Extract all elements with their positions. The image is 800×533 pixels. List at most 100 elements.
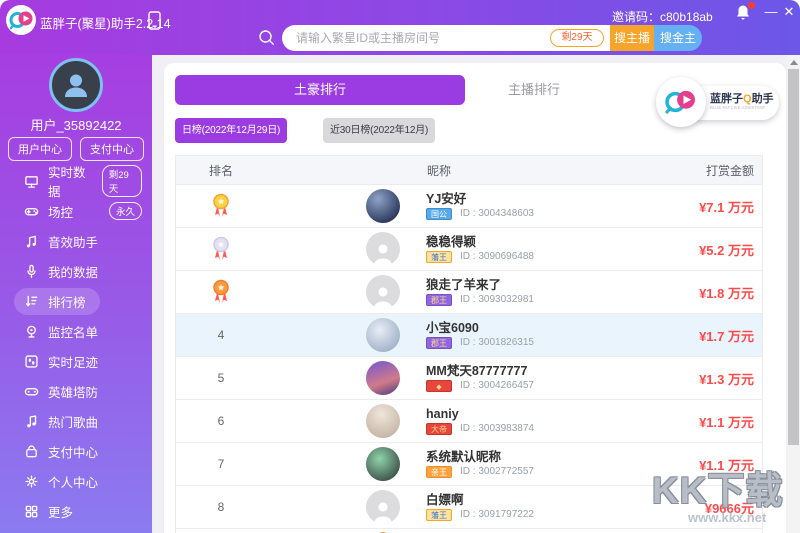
sidebar-item-sound-effect[interactable]: 音效助手 (0, 226, 152, 256)
reward-amount: ¥1.1 万元 (699, 414, 754, 430)
table-row[interactable]: 狼走了羊来了 郡王 ID : 3093032981 ¥1.8 万元 (176, 270, 762, 313)
close-button[interactable]: ✕ (781, 4, 797, 20)
noble-badge (426, 379, 452, 392)
rank-number: 4 (217, 328, 225, 342)
user-avatar[interactable] (49, 58, 103, 112)
noble-badge: 郡王 (426, 293, 452, 306)
sidebar-item-monitor-list[interactable]: 监控名单 (0, 316, 152, 346)
header-nickname: 昵称 (426, 163, 451, 178)
rank-number: 8 (217, 500, 225, 514)
table-row[interactable]: 稳稳得颖 藩王 ID : 3090696488 ¥5.2 万元 (176, 227, 762, 270)
noble-badge: 藩王 (426, 250, 452, 263)
tab-rich-ranking[interactable]: 土豪排行 (175, 75, 465, 105)
reward-amount: ¥9666元 (704, 500, 754, 516)
title-bar: 蓝胖子(聚星)助手2.2.14 剩29天 搜主播 搜金主 邀请码：c80b18a… (0, 0, 800, 55)
avatar (366, 404, 400, 438)
user-id: ID : 3093032981 (460, 294, 534, 305)
sidebar-item-footprint[interactable]: 实时足迹 (0, 346, 152, 376)
user-id: ID : 3003983874 (460, 423, 534, 434)
field-control-icon (24, 207, 39, 215)
reward-amount: ¥1.1 万元 (699, 457, 754, 473)
reward-amount: ¥7.1 万元 (699, 199, 754, 215)
avatar (366, 447, 400, 481)
avatar (366, 275, 400, 309)
user-id: ID : 3004266457 (460, 380, 534, 391)
sidebar-item-my-data[interactable]: 我的数据 (0, 256, 152, 286)
reward-amount: ¥1.3 万元 (699, 371, 754, 387)
scrollbar[interactable] (787, 55, 800, 533)
sidebar-item-pay-center[interactable]: 支付中心 (0, 436, 152, 466)
sidebar-item-ranking[interactable]: 排行榜 (0, 286, 152, 316)
silver-medal-icon (213, 236, 229, 260)
forever-badge: 永久 (108, 202, 142, 220)
nickname: 稳稳得颖 (426, 234, 477, 249)
main-panel: 土豪排行 主播排行 日榜(2022年12月29日) 近30日榜(2022年12月… (164, 63, 786, 533)
noble-badge: 大帝 (426, 422, 452, 435)
table-row[interactable]: 5 MM梵天87777777 ID : 3004266457 ¥1.3 万元 (176, 356, 762, 399)
avatar (366, 189, 400, 223)
table-row-highlighted[interactable]: 4 小宝6090 郡王 ID : 3001826315 ¥1.7 万元 (176, 313, 762, 356)
nickname: 白嫖啊 (426, 492, 464, 507)
scrollbar-thumb[interactable] (788, 69, 799, 445)
sidebar-item-personal-center[interactable]: 个人中心 (0, 466, 152, 496)
nickname: MM梵天87777777 (426, 363, 528, 378)
search-icon (258, 29, 275, 51)
days-left-badge: 剩29天 (550, 29, 604, 47)
noble-badge: 郡王 (426, 336, 452, 349)
table-row[interactable]: 8 白嫖啊 藩王 ID : 3091797222 ¥9666元 (176, 485, 762, 528)
table-row[interactable]: 6 haniy 大帝 ID : 3003983874 ¥1.1 万元 (176, 399, 762, 442)
pay-center-icon (26, 444, 37, 457)
noble-badge: 藩王 (426, 508, 452, 521)
bronze-medal-icon (213, 279, 229, 303)
user-id: ID : 3091797222 (460, 509, 534, 520)
sidebar-item-more[interactable]: 更多 (0, 496, 152, 526)
header-amount: 打赏金额 (705, 163, 754, 178)
sidebar-item-hot-songs[interactable]: 热门歌曲 (0, 406, 152, 436)
noble-badge: 国公 (426, 207, 452, 220)
avatar (366, 490, 400, 524)
gear-icon (25, 475, 38, 487)
monitor-list-icon (27, 325, 36, 338)
table-header: 排名 昵称 打赏金额 (176, 156, 762, 184)
avatar (366, 318, 400, 352)
hot-songs-icon (27, 414, 37, 427)
table-row[interactable]: YJ安好 国公 ID : 3004348603 ¥7.1 万元 (176, 184, 762, 227)
header-rank: 排名 (208, 163, 233, 178)
notification-bell-icon[interactable] (735, 2, 755, 22)
app-window: 蓝胖子(聚星)助手2.2.14 剩29天 搜主播 搜金主 邀请码：c80b18a… (0, 0, 800, 533)
next-row-sliver (176, 528, 762, 533)
realtime-data-icon (25, 175, 38, 188)
brand-name: 蓝胖子Q助手 (710, 93, 774, 105)
search-patron-button[interactable]: 搜金主 (654, 25, 702, 51)
filter-daily-button[interactable]: 日榜(2022年12月29日) (175, 118, 288, 143)
avatar (366, 232, 400, 266)
filter-monthly-button[interactable]: 近30日榜(2022年12月) (323, 118, 436, 143)
ranking-table: 排名 昵称 打赏金额 YJ安好 国公 ID : 3004348603 ¥7.1 万… (175, 155, 763, 533)
minimize-button[interactable]: — (763, 4, 779, 19)
ranking-icon (25, 295, 38, 306)
footprint-icon (25, 354, 38, 368)
days-left-badge: 剩29天 (101, 165, 142, 197)
reward-amount: ¥5.2 万元 (699, 242, 754, 258)
sidebar-item-tower-defense[interactable]: 英雄塔防 (0, 376, 152, 406)
rank-number: 6 (217, 414, 225, 428)
user-id: ID : 3004348603 (460, 208, 534, 219)
sidebar: 用户_35892422 用户中心 支付中心 实时数据 剩29天 场控 永久 音效… (0, 55, 152, 533)
table-row[interactable]: 7 系统默认昵称 亲王 ID : 3002772557 ¥1.1 万元 (176, 442, 762, 485)
phone-icon[interactable] (148, 11, 161, 35)
nickname: YJ安好 (426, 191, 467, 206)
reward-amount: ¥1.7 万元 (699, 328, 754, 344)
nickname: haniy (426, 406, 459, 421)
sidebar-item-realtime-data[interactable]: 实时数据 剩29天 (0, 165, 152, 199)
search-anchor-button[interactable]: 搜主播 (610, 25, 654, 51)
scroll-up-arrow[interactable] (790, 60, 798, 65)
reward-amount: ¥1.8 万元 (699, 285, 754, 301)
app-logo-icon (6, 5, 36, 35)
nickname: 小宝6090 (426, 320, 479, 335)
user-id: ID : 3090696488 (460, 251, 534, 262)
sidebar-item-field-control[interactable]: 场控 永久 (0, 196, 152, 226)
tab-anchor-ranking[interactable]: 主播排行 (444, 75, 624, 105)
nickname: 系统默认昵称 (426, 449, 502, 464)
my-data-icon (27, 264, 36, 278)
rank-number: 7 (217, 457, 225, 471)
